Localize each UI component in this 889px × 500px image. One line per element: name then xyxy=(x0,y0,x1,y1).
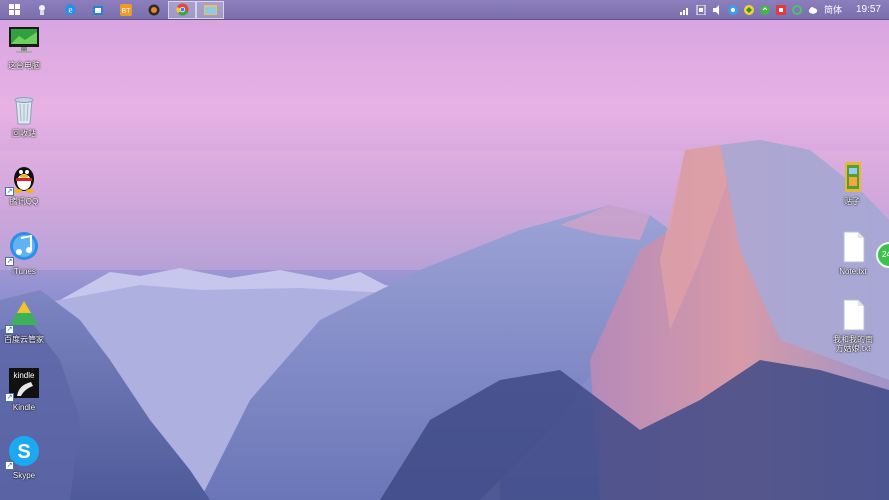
desktop-icon-computer[interactable]: 这台电脑 xyxy=(1,24,47,70)
taskbar-explorer[interactable] xyxy=(196,0,224,19)
store-icon xyxy=(93,5,103,15)
app-launcher-icon xyxy=(39,4,45,15)
system-tray: 简体 19:57 xyxy=(679,0,889,19)
desktop-wallpaper xyxy=(0,0,889,500)
network-signal-icon[interactable] xyxy=(679,5,690,15)
ime-indicator[interactable]: 简体 xyxy=(824,3,842,16)
text-file-icon xyxy=(843,299,865,331)
taskbar-chrome[interactable] xyxy=(168,0,196,19)
desktop-icon-recycle-bin[interactable]: 回收站 xyxy=(1,92,47,138)
desktop-icon-folder[interactable]: 贴子 xyxy=(829,160,875,206)
desktop-icon-label: 这台电脑 xyxy=(8,61,40,70)
svg-text:e: e xyxy=(68,5,72,15)
update-tray-icon[interactable] xyxy=(759,4,770,15)
desktop-icon-kindle[interactable]: kindle ↗ Kindle xyxy=(1,366,47,412)
windows-logo-icon xyxy=(8,4,20,15)
desktop-icon-text-file[interactable]: 我和我的南方姑娘.txt xyxy=(830,298,876,353)
shortcut-arrow-icon: ↗ xyxy=(5,393,14,402)
shortcut-arrow-icon: ↗ xyxy=(5,325,14,334)
taskbar-ie[interactable]: e xyxy=(56,0,84,19)
desktop-icon-label: 腾讯QQ xyxy=(9,197,39,206)
shortcut-arrow-icon: ↗ xyxy=(5,257,14,266)
shortcut-arrow-icon: ↗ xyxy=(5,461,14,470)
desktop-icon-label: 贴子 xyxy=(844,197,860,206)
taskbar-app-1[interactable] xyxy=(28,0,56,19)
cloud-tray-icon[interactable] xyxy=(808,5,818,15)
folder-icon xyxy=(845,162,861,192)
desktop-icon-label: 百度云管家 xyxy=(4,335,44,344)
desktop-icon-label: Note.txt xyxy=(839,267,867,276)
chrome-icon xyxy=(175,3,188,16)
desktop-icon-label: Skype xyxy=(12,471,36,480)
text-file-icon xyxy=(843,231,865,263)
shortcut-arrow-icon: ↗ xyxy=(5,187,14,196)
ie-icon: e xyxy=(64,4,76,15)
desktop-icon-note-txt[interactable]: Note.txt xyxy=(830,230,876,276)
clock[interactable]: 19:57 xyxy=(856,4,881,15)
taskbar-bt[interactable]: BT xyxy=(112,0,140,19)
start-button[interactable] xyxy=(0,0,28,19)
recycle-bin-icon xyxy=(14,97,34,125)
bt-download-icon: BT xyxy=(120,3,132,16)
security-tray-icon[interactable] xyxy=(743,4,754,15)
sync-tray-icon[interactable] xyxy=(791,4,802,15)
qq-tray-icon[interactable] xyxy=(727,4,738,15)
svg-text:S: S xyxy=(17,441,30,463)
desktop-icon-label: 回收站 xyxy=(12,129,36,138)
volume-icon[interactable] xyxy=(712,4,722,15)
desktop-icon-label: iTunes xyxy=(12,267,36,276)
taskbar: e BT 简体 19:57 xyxy=(0,0,889,20)
desktop-icon-label: Kindle xyxy=(12,403,36,412)
desktop-icon-qq[interactable]: ↗ 腾讯QQ xyxy=(1,160,47,206)
monitor-icon xyxy=(9,27,39,53)
antivirus-tray-icon[interactable] xyxy=(775,4,786,15)
taskbar-media[interactable] xyxy=(140,0,168,19)
desktop-icon-skype[interactable]: S ↗ Skype xyxy=(1,434,47,480)
taskbar-store[interactable] xyxy=(84,0,112,19)
mountain-landscape xyxy=(0,140,889,500)
folder-icon xyxy=(203,5,217,15)
svg-text:BT: BT xyxy=(122,8,132,15)
svg-text:kindle: kindle xyxy=(14,371,35,380)
desktop-icon-label: 我和我的南方姑娘.txt xyxy=(833,335,873,353)
desktop-icon-baidu-cloud[interactable]: ↗ 百度云管家 xyxy=(1,298,47,344)
desktop-icon-itunes[interactable]: ↗ iTunes xyxy=(1,230,47,276)
device-icon[interactable] xyxy=(696,4,706,15)
media-player-icon xyxy=(148,4,160,15)
